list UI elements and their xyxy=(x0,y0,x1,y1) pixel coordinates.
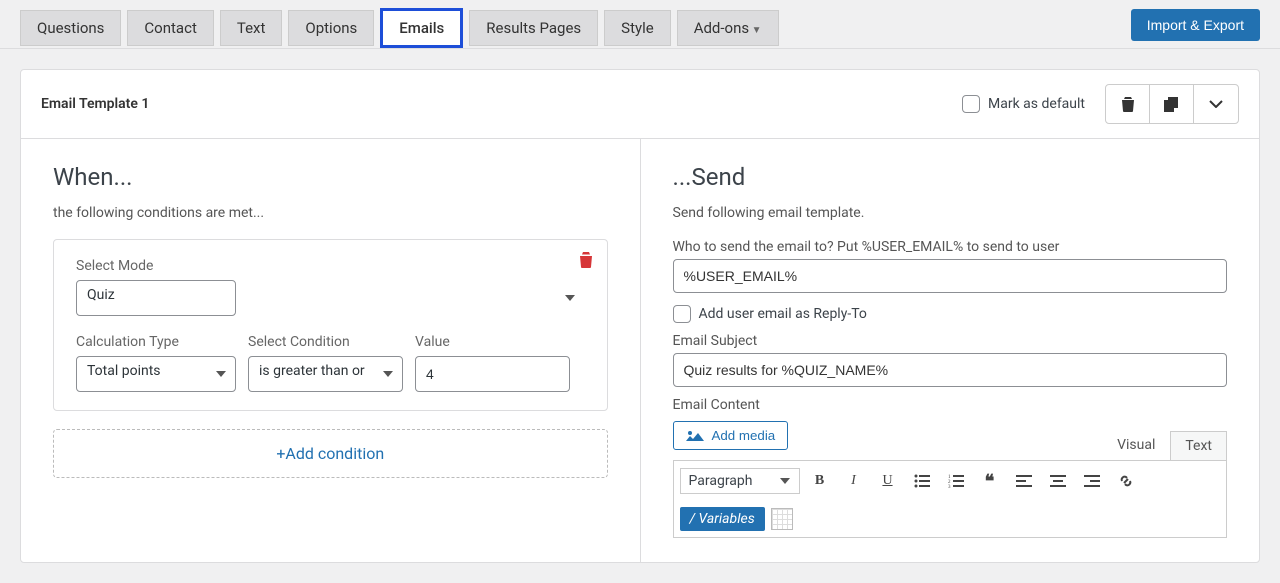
value-input[interactable] xyxy=(415,356,570,392)
copy-icon xyxy=(1164,97,1179,112)
send-heading: ...Send xyxy=(673,163,1228,191)
tab-results-pages[interactable]: Results Pages xyxy=(469,10,598,46)
bold-button[interactable]: B xyxy=(806,467,834,495)
tab-text[interactable]: Text xyxy=(220,10,283,46)
link-button[interactable] xyxy=(1112,467,1140,495)
align-right-button[interactable] xyxy=(1078,467,1106,495)
select-mode-dropdown[interactable]: Quiz xyxy=(76,280,236,316)
tab-questions[interactable]: Questions xyxy=(20,10,121,46)
import-export-button[interactable]: Import & Export xyxy=(1131,9,1260,41)
add-condition-button[interactable]: +Add condition xyxy=(53,429,608,478)
align-center-icon xyxy=(1050,475,1066,487)
tab-options[interactable]: Options xyxy=(288,10,374,46)
align-left-button[interactable] xyxy=(1010,467,1038,495)
to-input[interactable] xyxy=(673,259,1228,293)
mark-default-label: Mark as default xyxy=(988,96,1085,112)
tab-contact[interactable]: Contact xyxy=(127,10,213,46)
editor-tab-text[interactable]: Text xyxy=(1170,431,1227,460)
subject-label: Email Subject xyxy=(673,333,1228,349)
to-help: Who to send the email to? Put %USER_EMAI… xyxy=(673,239,1228,255)
tab-emails[interactable]: Emails xyxy=(380,8,463,48)
condition-box: Select Mode Quiz Calculation Type Total … xyxy=(53,239,608,411)
add-media-label: Add media xyxy=(712,428,776,443)
trash-icon xyxy=(579,252,593,268)
number-list-button[interactable]: 123 xyxy=(942,467,970,495)
bullet-list-button[interactable] xyxy=(908,467,936,495)
send-pane: ...Send Send following email template. W… xyxy=(641,139,1260,562)
calc-type-label: Calculation Type xyxy=(76,334,236,350)
when-subtext: the following conditions are met... xyxy=(53,205,608,221)
send-subtext: Send following email template. xyxy=(673,205,1228,221)
email-template-card: Email Template 1 Mark as default When...… xyxy=(20,69,1260,563)
subject-input[interactable] xyxy=(673,353,1228,387)
align-left-icon xyxy=(1016,475,1032,487)
underline-button[interactable]: U xyxy=(874,467,902,495)
trash-icon xyxy=(1121,97,1135,112)
delete-condition-button[interactable] xyxy=(579,252,593,268)
format-select[interactable]: Paragraph xyxy=(680,468,800,494)
when-heading: When... xyxy=(53,163,608,191)
reply-to-label: Add user email as Reply-To xyxy=(699,306,867,322)
value-label: Value xyxy=(415,334,570,350)
align-center-button[interactable] xyxy=(1044,467,1072,495)
editor-tab-visual[interactable]: Visual xyxy=(1102,430,1170,460)
tab-style[interactable]: Style xyxy=(604,10,671,46)
mark-default-checkbox[interactable] xyxy=(962,95,980,113)
reply-to-checkbox[interactable] xyxy=(673,305,691,323)
table-button[interactable] xyxy=(771,508,793,530)
condition-label: Select Condition xyxy=(248,334,403,350)
delete-template-button[interactable] xyxy=(1106,85,1150,123)
variables-button[interactable]: / Variables xyxy=(680,507,765,531)
card-header: Email Template 1 Mark as default xyxy=(21,70,1259,139)
content-label: Email Content xyxy=(673,397,1228,413)
bullet-list-icon xyxy=(914,474,930,488)
when-pane: When... the following conditions are met… xyxy=(21,139,641,562)
calc-type-dropdown[interactable]: Total points xyxy=(76,356,236,392)
svg-text:3: 3 xyxy=(948,485,951,488)
template-title: Email Template 1 xyxy=(41,96,149,112)
quote-button[interactable]: ❝ xyxy=(976,467,1004,495)
tab-bar: Questions Contact Text Options Emails Re… xyxy=(0,0,1280,49)
number-list-icon: 123 xyxy=(948,474,964,488)
select-mode-label: Select Mode xyxy=(76,258,585,274)
chevron-down-icon xyxy=(1209,100,1223,108)
add-media-button[interactable]: Add media xyxy=(673,421,789,450)
editor-toolbar: Paragraph B I U 123 ❝ xyxy=(673,460,1228,538)
collapse-toggle[interactable] xyxy=(1194,85,1238,123)
media-icon xyxy=(686,429,704,443)
tab-addons[interactable]: Add-ons xyxy=(677,10,779,46)
condition-dropdown[interactable]: is greater than or xyxy=(248,356,403,392)
link-icon xyxy=(1118,473,1134,489)
align-right-icon xyxy=(1084,475,1100,487)
duplicate-template-button[interactable] xyxy=(1150,85,1194,123)
italic-button[interactable]: I xyxy=(840,467,868,495)
